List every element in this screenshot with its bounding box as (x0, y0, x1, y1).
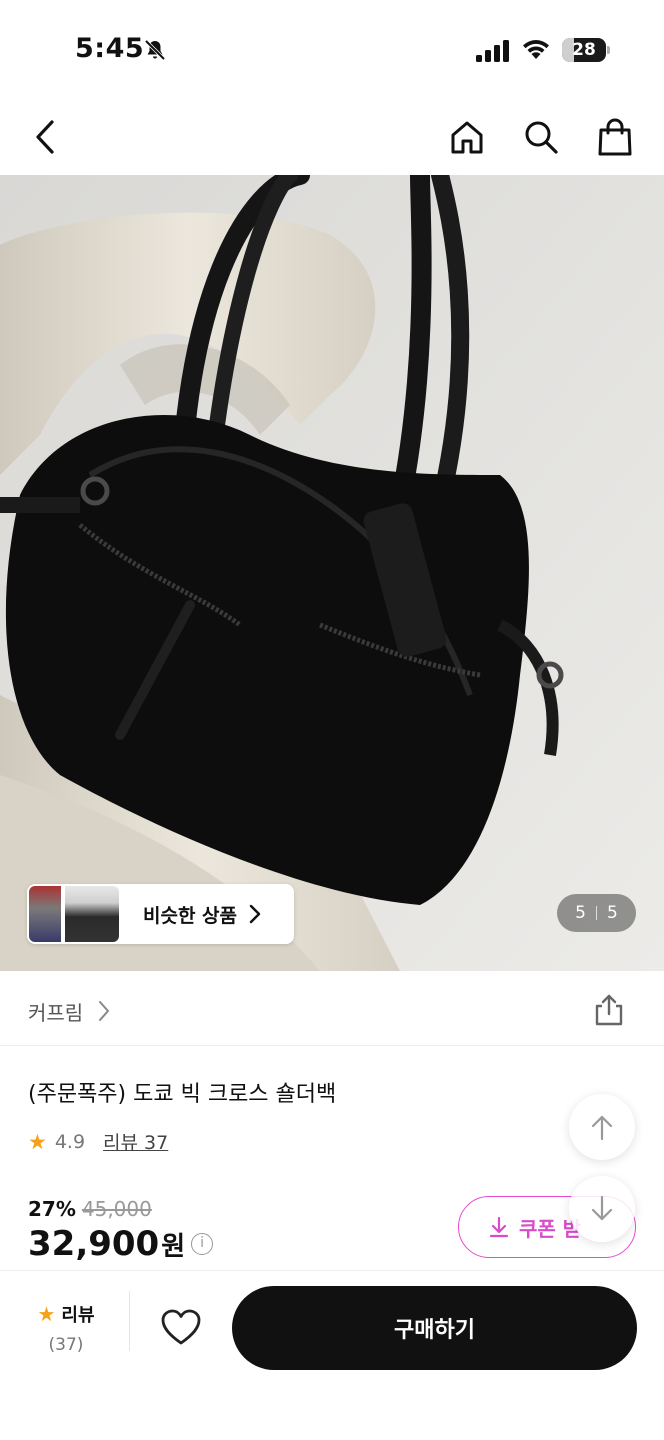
download-icon (489, 1216, 509, 1238)
arrow-up-icon (591, 1115, 613, 1141)
battery-indicator: 28 (562, 38, 610, 62)
shopping-bag-icon[interactable] (595, 117, 635, 157)
back-icon[interactable] (26, 117, 66, 157)
price-row: 32,900 원 i (28, 1224, 214, 1264)
brand-row: 커프림 (0, 971, 664, 1046)
review-tab-label: 리뷰 (61, 1305, 95, 1326)
search-icon[interactable] (521, 117, 561, 157)
review-tab-count: (37) (48, 1335, 84, 1355)
star-icon: ★ (37, 1302, 56, 1326)
current-page: 5 (575, 903, 586, 923)
original-price: 45,000 (81, 1197, 152, 1221)
heart-icon[interactable] (160, 1307, 202, 1349)
battery-text: 28 (572, 40, 596, 60)
chevron-right-icon (249, 904, 261, 924)
wifi-icon (523, 40, 549, 59)
scroll-up-button[interactable] (569, 1094, 635, 1160)
product-title: (주문폭주) 도쿄 빅 크로스 숄더백 (28, 1082, 337, 1107)
divider (129, 1291, 130, 1351)
product-photo (0, 175, 664, 971)
battery-tip (607, 46, 610, 54)
bell-off-icon (144, 39, 166, 61)
nav-bar (0, 100, 664, 175)
discount-row: 27% 45,000 (28, 1197, 152, 1221)
rating-value: 4.9 (54, 1130, 86, 1153)
status-time: 5:45 (75, 33, 145, 64)
rating-row: ★ 4.9 리뷰 37 (28, 1128, 168, 1155)
price-unit: 원 (161, 1231, 186, 1262)
similar-products-button[interactable]: 비슷한 상품 (27, 884, 294, 944)
arrow-down-icon (591, 1195, 613, 1221)
scroll-down-button[interactable] (569, 1176, 635, 1242)
share-icon[interactable] (592, 993, 626, 1027)
cellular-signal-icon (476, 40, 509, 62)
star-icon: ★ (28, 1129, 47, 1154)
similar-thumbnail (29, 886, 61, 942)
similar-products-label: 비슷한 상품 (143, 904, 238, 927)
info-icon[interactable]: i (191, 1233, 214, 1255)
product-image-gallery[interactable]: 5 5 (0, 175, 664, 971)
review-link[interactable]: 리뷰 37 (103, 1128, 168, 1155)
total-pages: 5 (607, 903, 618, 923)
similar-thumbnail (65, 886, 119, 942)
bottom-action-bar: ★ 리뷰 (37) 구매하기 (0, 1270, 664, 1440)
image-page-counter: 5 5 (557, 894, 636, 932)
review-tab-header: ★ 리뷰 (30, 1301, 102, 1327)
home-icon[interactable] (447, 117, 487, 157)
discount-percent: 27% (28, 1197, 76, 1221)
chevron-right-icon[interactable] (98, 1000, 110, 1022)
review-tab[interactable]: ★ 리뷰 (37) (30, 1301, 102, 1355)
similar-products-thumbnails (29, 886, 119, 942)
buy-button[interactable]: 구매하기 (232, 1286, 637, 1370)
status-bar: 5:45 28 (0, 0, 664, 100)
sale-price: 32,900 (28, 1224, 160, 1264)
page-separator (596, 906, 597, 920)
brand-link[interactable]: 커프림 (28, 997, 83, 1026)
